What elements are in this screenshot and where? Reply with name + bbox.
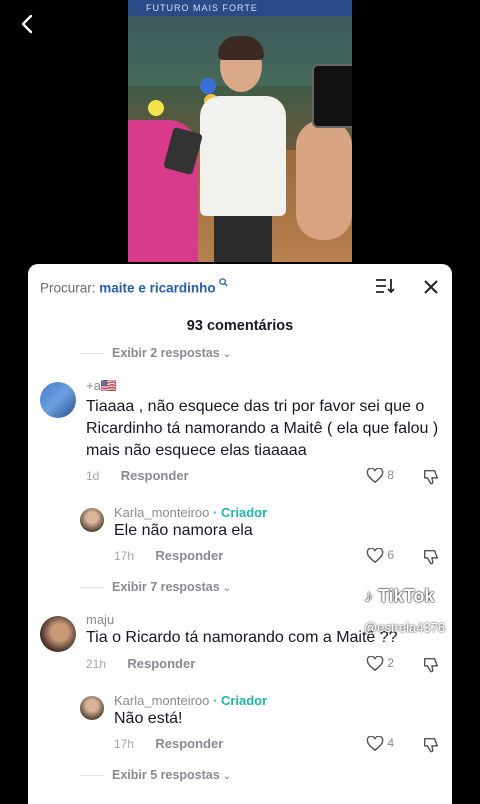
creator-badge: Criador — [220, 693, 268, 708]
sort-icon[interactable] — [374, 276, 396, 296]
dislike-icon[interactable] — [422, 468, 440, 486]
reply-username[interactable]: Karla_monteiroo · Criador — [114, 505, 267, 520]
search-icon — [219, 278, 228, 290]
comment-meta: 21h Responder — [86, 656, 196, 671]
avatar[interactable] — [40, 616, 76, 652]
like-button[interactable]: 8 — [366, 467, 395, 484]
comment-meta: 1d Responder — [86, 468, 189, 483]
boy-figure — [200, 36, 286, 262]
back-arrow-icon[interactable] — [16, 12, 40, 36]
reply-meta: 17h Responder — [114, 548, 224, 563]
watermark-username: @estrela4376 — [364, 620, 446, 635]
reply-button[interactable]: Responder — [127, 656, 195, 671]
comment-username[interactable]: +a🇺🇸 — [86, 378, 117, 394]
tiktok-watermark: ♪ TikTok — [364, 586, 435, 606]
reply-button[interactable]: Responder — [155, 736, 223, 751]
creator-badge: Criador — [220, 505, 268, 520]
dislike-icon[interactable] — [422, 548, 440, 566]
reply-text: Ele não namora ela — [114, 522, 253, 539]
hand — [296, 120, 352, 240]
balloon — [148, 100, 164, 116]
comment-text: Tiaaaa , não esquece das tri por favor s… — [86, 398, 439, 459]
avatar[interactable] — [80, 696, 104, 720]
heart-icon — [366, 467, 384, 484]
close-icon[interactable] — [420, 276, 442, 298]
reply-text: Não está! — [114, 710, 183, 727]
comment-username[interactable]: maju — [86, 612, 114, 627]
reply-meta: 17h Responder — [114, 736, 224, 751]
dislike-icon[interactable] — [422, 656, 440, 674]
chevron-down-icon: ⌄ — [222, 349, 232, 360]
comments-sheet: Procurar: maite e ricardinho 93 comentár… — [28, 264, 452, 804]
expand-replies[interactable]: Exibir 2 respostas ⌄ — [80, 346, 231, 360]
reply-button[interactable]: Responder — [155, 548, 223, 563]
video-banner: FUTURO MAIS FORTE — [128, 0, 352, 16]
expand-replies[interactable]: Exibir 5 respostas ⌄ — [80, 768, 231, 782]
avatar[interactable] — [40, 382, 76, 418]
chevron-down-icon: ⌄ — [222, 583, 232, 594]
video-player[interactable]: FUTURO MAIS FORTE — [128, 0, 352, 262]
heart-icon — [366, 735, 384, 752]
comment-text: Tia o Ricardo tá namorando com a Maitê ?… — [86, 629, 398, 646]
reply-username[interactable]: Karla_monteiroo · Criador — [114, 693, 267, 708]
phone — [312, 64, 352, 128]
search-label: Procurar: — [40, 280, 96, 296]
tiktok-logo-icon: ♪ — [364, 586, 373, 606]
heart-icon — [366, 655, 384, 672]
avatar[interactable] — [80, 508, 104, 532]
chevron-down-icon: ⌄ — [222, 771, 232, 782]
search-query[interactable]: maite e ricardinho — [99, 281, 215, 296]
like-count: 8 — [387, 468, 395, 483]
like-button[interactable]: 2 — [366, 655, 394, 672]
search-bar[interactable]: Procurar: maite e ricardinho — [40, 278, 228, 296]
like-button[interactable]: 6 — [366, 547, 394, 564]
heart-icon — [366, 547, 384, 564]
like-button[interactable]: 4 — [366, 735, 394, 752]
comments-count: 93 comentários — [186, 318, 294, 334]
expand-replies[interactable]: Exibir 7 respostas ⌄ — [80, 580, 231, 594]
reply-button[interactable]: Responder — [121, 468, 189, 483]
comment-time: 1d — [86, 469, 100, 483]
dislike-icon[interactable] — [422, 736, 440, 754]
